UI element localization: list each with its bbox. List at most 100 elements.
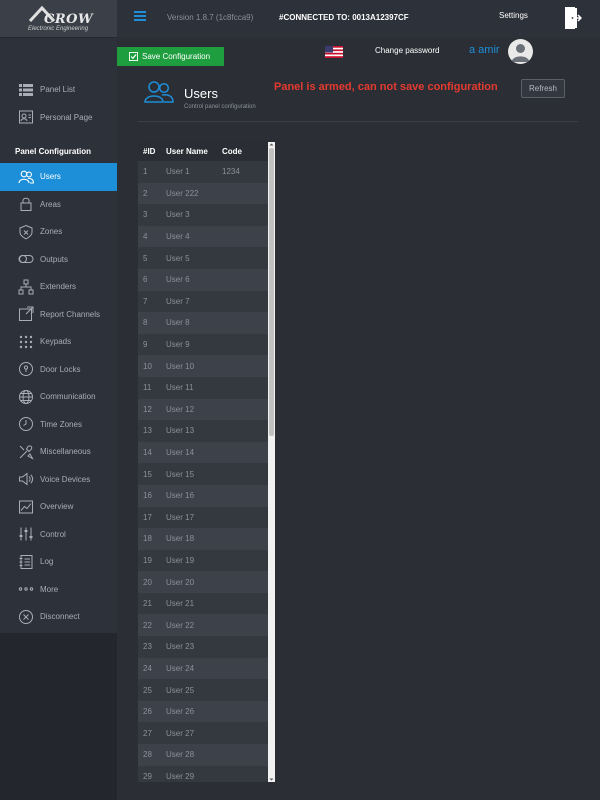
change-password-link[interactable]: Change password [375,46,439,55]
page-subtitle: Control panel configuration [184,104,256,110]
sidebar-item-voice-devices[interactable]: Voice Devices [0,466,117,494]
sidebar-item-keypads[interactable]: Keypads [0,328,117,356]
table-row[interactable]: 25 User 25 [138,679,268,701]
sidebar-item-log[interactable]: Log [0,548,117,576]
sidebar-item-time-zones[interactable]: Time Zones [0,411,117,439]
table-row[interactable]: 18 User 18 [138,528,268,550]
scroll-down-arrow-icon[interactable] [269,777,274,782]
cell-code [217,528,268,550]
refresh-button[interactable]: Refresh [521,79,565,98]
column-header-id[interactable]: #ID [138,142,161,161]
table-row[interactable]: 9 User 9 [138,333,268,356]
table-scrollbar[interactable] [268,142,275,782]
cell-id: 4 [138,225,161,248]
users-table: #ID User Name Code 1 User 1 1234 2 User 222 3… [138,142,268,782]
close-icon [17,609,35,625]
version-label: Version 1.8.7 (1c8fcca9) [167,13,254,22]
table-row[interactable]: 5 User 5 [138,247,268,269]
cell-code [217,312,268,334]
table-row[interactable]: 21 User 21 [138,592,268,615]
settings-link[interactable]: Settings [499,11,528,20]
table-row[interactable]: 10 User 10 [138,355,268,377]
sidebar-item-communication[interactable]: Communication [0,383,117,411]
sidebar-item-zones[interactable]: Zones [0,218,117,246]
top-bar: Version 1.8.7 (1c8fcca9) #CONNECTED TO: … [117,0,600,38]
table-row[interactable]: 4 User 4 [138,225,268,248]
us-flag-icon[interactable] [325,46,343,58]
sidebar-item-outputs[interactable]: Outputs [0,246,117,274]
log-icon [17,554,35,570]
cell-code [217,657,268,680]
users-table-container[interactable]: #ID User Name Code 1 User 1 1234 2 User 222 3… [138,142,275,782]
cell-id: 29 [138,765,161,782]
scrollbar-thumb[interactable] [269,148,274,436]
sidebar-item-personal-page[interactable]: Personal Page [0,104,117,132]
sidebar-item-report-channels[interactable]: Report Channels [0,301,117,329]
cell-user-name: User 24 [161,657,217,680]
cell-id: 11 [138,376,161,399]
table-row[interactable]: 1 User 1 1234 [138,161,268,183]
cell-id: 8 [138,312,161,334]
cell-id: 23 [138,636,161,658]
lock-icon [17,196,35,212]
table-row[interactable]: 2 User 222 [138,182,268,205]
globe-icon [17,389,35,405]
table-row[interactable]: 22 User 22 [138,614,268,637]
username-link[interactable]: a amir [469,44,500,56]
table-row[interactable]: 12 User 12 [138,398,268,421]
avatar[interactable] [508,39,533,64]
sidebar-item-label: Keypads [40,337,72,347]
logout-door-icon[interactable] [564,6,582,30]
sidebar-item-miscellaneous[interactable]: Miscellaneous [0,438,117,466]
cell-code [217,420,268,442]
table-row[interactable]: 20 User 20 [138,571,268,593]
cell-code [217,441,268,464]
column-header-code[interactable]: Code [217,142,268,161]
table-row[interactable]: 17 User 17 [138,506,268,529]
armed-warning: Panel is armed, can not save configurati… [274,81,498,93]
cell-code [217,506,268,529]
cell-code [217,592,268,615]
table-row[interactable]: 6 User 6 [138,268,268,291]
menu-toggle-icon[interactable] [134,11,146,21]
scroll-up-arrow-icon[interactable] [269,142,274,147]
sidebar-item-users[interactable]: Users [0,163,117,191]
table-row[interactable]: 14 User 14 [138,441,268,464]
table-row[interactable]: 27 User 27 [138,722,268,745]
table-row[interactable]: 13 User 13 [138,420,268,442]
cell-user-name: User 6 [161,268,217,291]
table-row[interactable]: 7 User 7 [138,290,268,313]
table-row[interactable]: 19 User 19 [138,549,268,572]
table-row[interactable]: 28 User 28 [138,744,268,766]
cell-code [217,636,268,658]
save-configuration-button[interactable]: Save Configuration [117,47,224,66]
cell-id: 9 [138,333,161,356]
sidebar-item-extenders[interactable]: Extenders [0,273,117,301]
list-icon [17,82,35,98]
cell-code [217,204,268,226]
sidebar: CROW Electronic Engineering Panel List Pe… [0,0,117,800]
sitemap-icon [17,279,35,295]
table-row[interactable]: 29 User 29 [138,765,268,782]
column-header-user-name[interactable]: User Name [161,142,217,161]
table-row[interactable]: 8 User 8 [138,312,268,334]
cell-code [217,376,268,399]
sidebar-item-panel-list[interactable]: Panel List [0,76,117,104]
cell-id: 3 [138,204,161,226]
table-row[interactable]: 3 User 3 [138,204,268,226]
sidebar-item-door-locks[interactable]: Door Locks [0,356,117,384]
sidebar-item-more[interactable]: More [0,576,117,604]
sidebar-top-nav: Panel List Personal Page [0,76,117,131]
table-row[interactable]: 24 User 24 [138,657,268,680]
cell-code [217,614,268,637]
sidebar-item-control[interactable]: Control [0,521,117,549]
table-row[interactable]: 15 User 15 [138,463,268,485]
table-row[interactable]: 11 User 11 [138,376,268,399]
cell-code [217,744,268,766]
sidebar-item-overview[interactable]: Overview [0,493,117,521]
table-row[interactable]: 23 User 23 [138,636,268,658]
sidebar-item-areas[interactable]: Areas [0,191,117,219]
sidebar-item-disconnect[interactable]: Disconnect [0,603,117,631]
table-row[interactable]: 16 User 16 [138,484,268,507]
table-row[interactable]: 26 User 26 [138,700,268,723]
